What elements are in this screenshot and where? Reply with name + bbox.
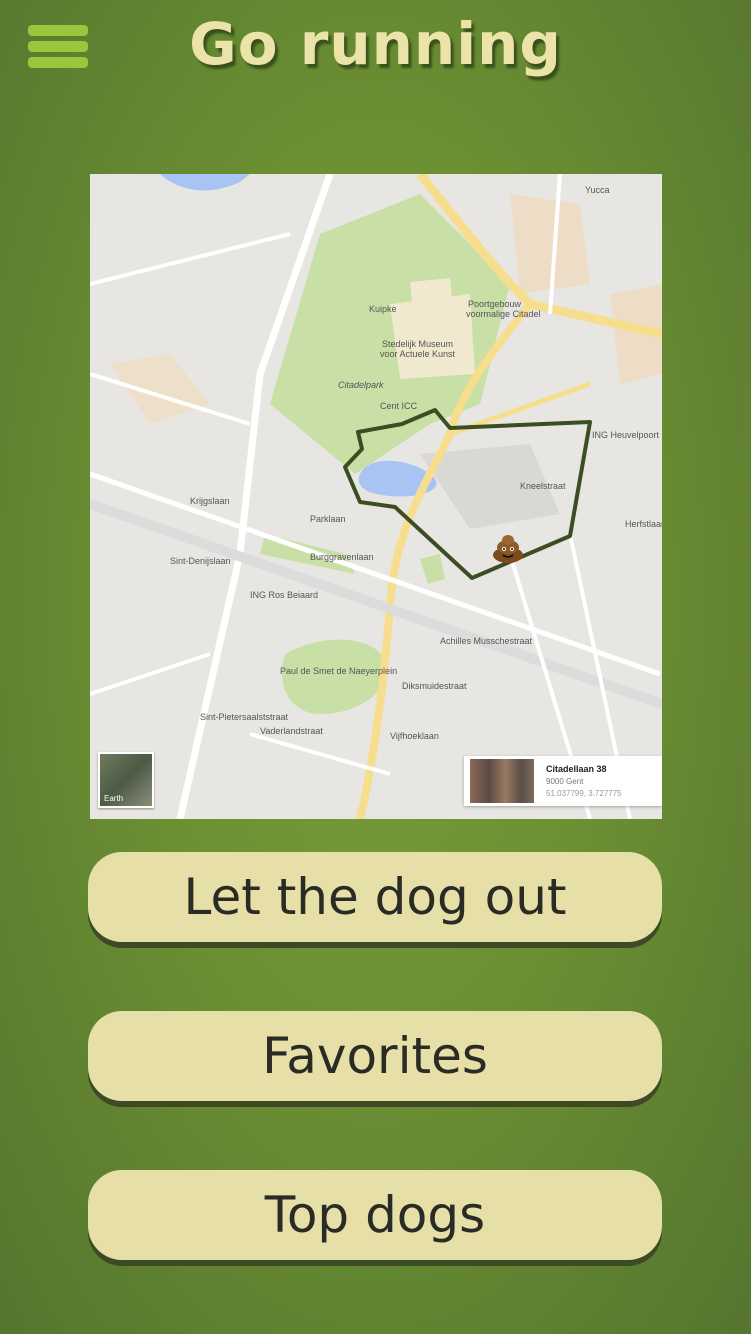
map-label-sint-pietersaalststraat: Sint-Pietersaalststraat (200, 712, 289, 722)
map-label-vaderlandstraat: Vaderlandstraat (260, 726, 323, 736)
map-label-krijgslaan: Krijgslaan (190, 496, 230, 506)
map-label-icc: Cent ICC (380, 401, 418, 411)
address-card[interactable]: Citadellaan 38 9000 Gent 51.037799, 3.72… (464, 756, 662, 806)
map-label-paul-de-smet: Paul de Smet de Naeyerplein (280, 666, 397, 676)
map-label-kuipke: Kuipke (369, 304, 397, 314)
map-label-diksmuidestraat: Diksmuidestraat (402, 681, 467, 691)
map-label-smak-2: voor Actuele Kunst (380, 349, 456, 359)
map-label-smak: Stedelijk Museum (382, 339, 453, 349)
page-title: Go running (189, 10, 562, 78)
map-label-citadelpark: Citadelpark (338, 380, 384, 390)
map-label-parklaan: Parklaan (310, 514, 346, 524)
address-coordinates: 51.037799, 3.727775 (546, 789, 622, 798)
map-label-burggravenlaan: Burggravenlaan (310, 552, 374, 562)
earth-label: Earth (104, 794, 124, 803)
map-label-achilles: Achilles Musschestraat (440, 636, 533, 646)
address-city: 9000 Gent (546, 777, 584, 786)
map-label-ing-ros-beiaard: ING Ros Beiaard (250, 590, 318, 600)
map-label-poortgebouw: Poortgebouw (468, 299, 522, 309)
map-label-sint-denijslaan: Sint-Denijslaan (170, 556, 231, 566)
earth-view-toggle[interactable]: Earth (98, 752, 154, 808)
street-view-thumbnail[interactable] (470, 759, 534, 803)
map-canvas: Citadelpark Kuipke Stedelijk Museum voor… (90, 174, 662, 819)
map-label-poortgebouw-2: voormalige Citadel (466, 309, 541, 319)
map-label-yucca: Yucca (585, 185, 610, 195)
map-label-ing-heuvelpoort: ING Heuvelpoort (592, 430, 660, 440)
route-map[interactable]: Citadelpark Kuipke Stedelijk Museum voor… (90, 174, 662, 819)
favorites-button[interactable]: Favorites (88, 1011, 662, 1101)
top-dogs-button[interactable]: Top dogs (88, 1170, 662, 1260)
map-label-herfstlaan: Herfstlaan (625, 519, 662, 529)
address-street: Citadellaan 38 (546, 764, 607, 774)
let-the-dog-out-button[interactable]: Let the dog out (88, 852, 662, 942)
map-label-kneelstraat: Kneelstraat (520, 481, 566, 491)
map-label-vijfhoeklaan: Vijfhoeklaan (390, 731, 439, 741)
